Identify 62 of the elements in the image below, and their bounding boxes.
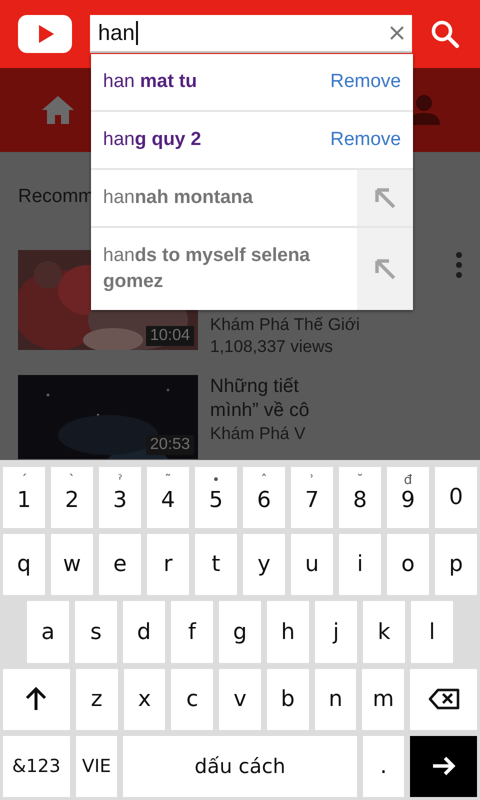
key[interactable]: đ 9 bbox=[387, 467, 429, 528]
search-icon[interactable] bbox=[430, 19, 460, 49]
key[interactable]: ´ 1 bbox=[3, 467, 45, 528]
key[interactable]: o bbox=[387, 534, 429, 596]
channel-name: Khám Phá Thế Giới bbox=[210, 314, 360, 336]
key[interactable]: k bbox=[363, 601, 405, 663]
key[interactable]: u bbox=[291, 534, 333, 596]
arrow-icon bbox=[432, 756, 456, 776]
key[interactable]: ˆ 6 bbox=[243, 467, 285, 528]
remove-button[interactable]: Remove bbox=[330, 112, 413, 168]
channel-name: Khám Phá V bbox=[210, 423, 306, 445]
backspace-icon bbox=[428, 688, 460, 710]
key[interactable]: r bbox=[147, 534, 189, 596]
key[interactable]: t bbox=[195, 534, 237, 596]
search-field[interactable]: han bbox=[90, 15, 412, 53]
key[interactable]: f bbox=[171, 601, 213, 663]
language-key[interactable]: VIE bbox=[76, 736, 118, 798]
key[interactable]: . bbox=[362, 736, 404, 798]
key[interactable]: l bbox=[411, 601, 453, 663]
key[interactable]: ` 2 bbox=[51, 467, 93, 528]
key[interactable]: g bbox=[219, 601, 261, 663]
key[interactable]: w bbox=[51, 534, 93, 596]
shift-icon bbox=[25, 687, 48, 712]
key[interactable]: n bbox=[314, 668, 356, 730]
key[interactable]: ˘ 8 bbox=[339, 467, 381, 528]
key[interactable]: p bbox=[435, 534, 477, 596]
key[interactable]: v bbox=[219, 668, 261, 730]
shift-key[interactable] bbox=[3, 668, 70, 730]
suggestion-text[interactable]: hang quy 2 bbox=[91, 113, 330, 167]
suggestion-text[interactable]: hands to myself selena gomez bbox=[91, 229, 357, 309]
key[interactable]: y bbox=[243, 534, 285, 596]
key[interactable]: b bbox=[266, 668, 309, 730]
suggestion-text[interactable]: han mat tu bbox=[91, 55, 330, 109]
arrow-icon bbox=[374, 187, 396, 209]
key[interactable]: i bbox=[339, 534, 381, 596]
key[interactable]: m bbox=[362, 668, 404, 730]
more-icon[interactable] bbox=[456, 252, 462, 278]
space-key[interactable]: dấu cách bbox=[123, 736, 357, 798]
key[interactable]: e bbox=[99, 534, 141, 596]
key[interactable]: z bbox=[76, 668, 118, 730]
arrow-icon bbox=[374, 258, 396, 280]
key[interactable]: 0 bbox=[435, 467, 477, 528]
remove-button[interactable]: Remove bbox=[330, 54, 413, 110]
enter-key[interactable] bbox=[410, 736, 478, 798]
backspace-key[interactable] bbox=[410, 668, 478, 730]
key[interactable]: h bbox=[267, 601, 309, 663]
key[interactable]: d bbox=[123, 601, 165, 663]
key[interactable]: ʾ 7 bbox=[291, 467, 333, 528]
key[interactable]: s bbox=[75, 601, 117, 663]
key[interactable]: ˀ 3 bbox=[99, 467, 141, 528]
key[interactable]: ˜ 4 bbox=[147, 467, 189, 528]
clear-icon[interactable] bbox=[390, 26, 404, 40]
symbols-key[interactable]: &123 bbox=[3, 736, 70, 798]
key[interactable]: • 5 bbox=[195, 467, 237, 528]
key[interactable]: j bbox=[315, 601, 357, 663]
key[interactable]: x bbox=[124, 668, 166, 730]
key[interactable]: q bbox=[3, 534, 45, 596]
logo-icon bbox=[18, 15, 72, 53]
duration-badge: 10:04 bbox=[146, 326, 194, 346]
view-count: 1,108,337 views bbox=[210, 336, 334, 358]
key[interactable]: a bbox=[27, 601, 69, 663]
key[interactable]: c bbox=[171, 668, 214, 730]
